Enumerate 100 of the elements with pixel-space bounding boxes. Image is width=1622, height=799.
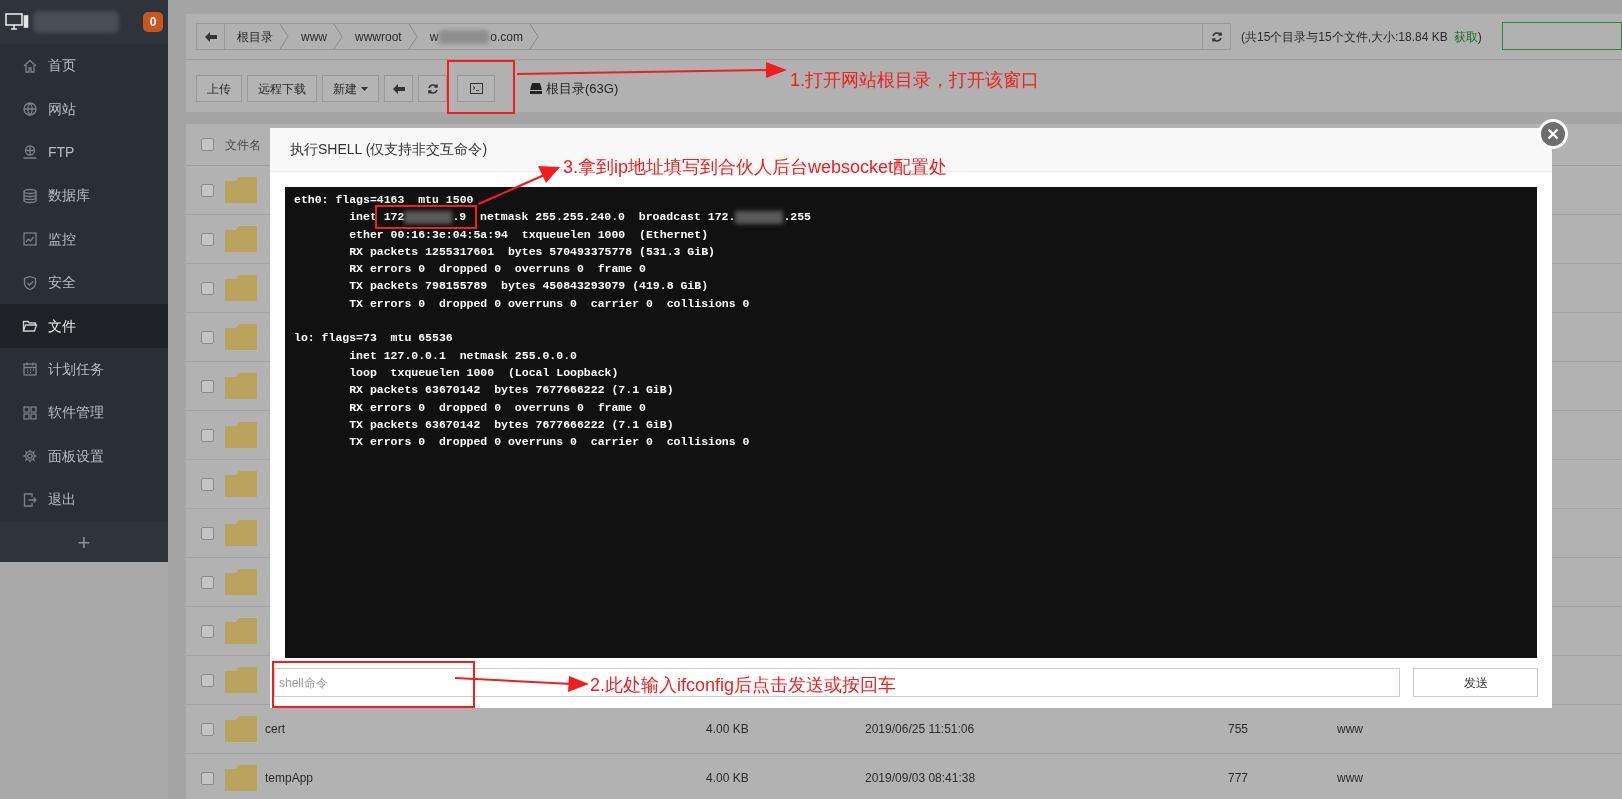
terminal-line: RX packets 63670142 bytes 7677666222 (7.1 GiB) <box>348 382 675 399</box>
chevron-separator-icon <box>407 24 418 49</box>
permission-cell-text: 755 <box>1228 721 1250 738</box>
owner-cell-text: www <box>1337 721 1364 738</box>
logout-icon <box>22 491 38 508</box>
breadcrumb-link[interactable]: 根目录 <box>225 24 279 49</box>
breadcrumb-link[interactable]: www <box>289 24 333 49</box>
terminal-line: loop txqueuelen 1000 (Local Loopback) <box>348 364 620 381</box>
checkbox[interactable] <box>201 330 214 344</box>
sidebar-item[interactable]: 文件 <box>0 304 168 348</box>
folder-icon <box>225 373 257 399</box>
notification-badge: 0 <box>143 12 163 32</box>
checkbox[interactable] <box>201 624 214 638</box>
settings-icon <box>22 448 38 465</box>
folder-icon <box>225 618 257 644</box>
sidebar-item[interactable]: 软件管理 <box>0 391 168 435</box>
folder-icon <box>225 324 257 350</box>
database-icon <box>22 187 38 204</box>
folder-icon <box>225 716 257 742</box>
search-field[interactable] <box>1502 21 1622 50</box>
send-button[interactable]: 发送 <box>1413 668 1538 697</box>
sidebar-item[interactable]: 面板设置 <box>0 434 168 478</box>
checkbox[interactable] <box>201 428 214 442</box>
terminal-line: TX packets 798155789 bytes 450843293079 (419.8 GiB) <box>348 278 710 295</box>
folder-icon <box>225 520 257 546</box>
chart-frame-icon <box>22 231 38 248</box>
chevron-separator-icon <box>333 24 343 49</box>
toolbar-button[interactable]: 远程下载 <box>247 75 317 102</box>
sidebar-item[interactable]: FTP <box>0 130 168 175</box>
monitor-icon <box>5 13 29 31</box>
column-header: 文件名 <box>225 136 261 154</box>
annotation-text: 1.打开网站根目录，打开该窗口 <box>790 69 1039 92</box>
dialog-title: 执行SHELL (仅支持非交互命令) <box>290 140 488 159</box>
arrow-left-icon <box>204 31 217 42</box>
refresh-button[interactable] <box>418 75 447 102</box>
terminal-line: ether 00:16:3e:04:5a:94 txqueuelen 1000 (Ethernet) <box>348 226 710 243</box>
refresh-icon <box>1210 30 1223 43</box>
sidebar-item[interactable]: 退出 <box>0 477 168 522</box>
folder-icon <box>225 177 257 203</box>
disk-label: 根目录(63G) <box>546 79 619 98</box>
terminal-line: TX errors 0 dropped 0 overruns 0 carrier 0 collisions 0 <box>348 434 751 451</box>
folder-icon <box>225 226 257 252</box>
sidebar-item[interactable]: 数据库 <box>0 174 168 218</box>
terminal-icon <box>469 83 483 94</box>
folder-icon <box>225 471 257 497</box>
highlight-box <box>447 60 515 114</box>
sidebar-item[interactable]: 监控 <box>0 217 168 261</box>
toolbar-button[interactable]: 上传 <box>196 75 242 102</box>
sidebar-item[interactable]: 首页 <box>0 44 168 88</box>
sidebar-item[interactable]: 网站 <box>0 87 168 131</box>
terminal-line: RX packets 1255317601 bytes 570493375778 (531.3 GiB) <box>348 243 716 260</box>
globe-icon <box>22 101 38 118</box>
checkbox[interactable] <box>201 379 214 393</box>
shield-icon <box>22 274 38 291</box>
folder-icon <box>225 275 257 301</box>
terminal-line: TX packets 63670142 bytes 7677666222 (7.1 GiB) <box>348 416 675 433</box>
checkbox[interactable] <box>201 138 214 151</box>
checkbox[interactable] <box>201 722 214 736</box>
checkbox[interactable] <box>201 281 214 295</box>
terminal-line: inet 127.0.0.1 netmask 255.0.0.0 <box>348 347 578 364</box>
calendar-icon <box>22 361 38 378</box>
permission-cell-text: 777 <box>1228 770 1250 787</box>
add-button[interactable]: + <box>0 522 168 563</box>
file-name-cell-text: cert <box>265 721 286 738</box>
folder-icon <box>225 569 257 595</box>
sidebar-item[interactable]: 计划任务 <box>0 347 168 392</box>
sidebar-item[interactable]: 安全 <box>0 260 168 305</box>
refresh-icon <box>426 82 439 95</box>
folder-icon <box>225 667 257 693</box>
checkbox[interactable] <box>201 232 214 246</box>
arrow-left-icon <box>392 83 405 94</box>
terminal-line: RX errors 0 dropped 0 overruns 0 frame 0 <box>348 399 647 416</box>
close-button[interactable] <box>1538 119 1568 149</box>
modified-time-cell-text: 2019/06/25 11:51:06 <box>865 721 976 738</box>
chevron-separator-icon <box>529 24 540 49</box>
checkbox[interactable] <box>201 526 214 540</box>
checkbox[interactable] <box>201 673 214 687</box>
owner-cell-text: www <box>1337 770 1364 787</box>
caret-icon <box>361 86 368 91</box>
file-name-cell-text: tempApp <box>265 770 315 787</box>
terminal-line: eth0: flags=4163 mtu 1500 <box>294 192 475 208</box>
home-icon <box>22 57 38 74</box>
breadcrumb-link[interactable]: w o.com <box>417 24 530 49</box>
back-button[interactable] <box>384 75 413 102</box>
terminal-line: TX errors 0 dropped 0 overruns 0 carrier 0 collisions 0 <box>348 295 751 312</box>
disk-icon <box>530 83 542 94</box>
terminal-line: RX errors 0 dropped 0 overruns 0 frame 0 <box>348 261 647 278</box>
close-icon <box>1547 128 1559 140</box>
checkbox[interactable] <box>201 771 214 785</box>
checkbox[interactable] <box>201 477 214 491</box>
checkbox[interactable] <box>201 575 214 589</box>
breadcrumb-link[interactable]: wwwroot <box>343 24 408 49</box>
chevron-separator-icon <box>279 24 289 49</box>
summary-text: ) <box>1477 29 1482 44</box>
checkbox[interactable] <box>201 183 214 197</box>
folder-icon <box>225 765 257 791</box>
terminal-button[interactable] <box>457 75 495 102</box>
grid-icon <box>22 404 38 421</box>
network-globe-icon <box>22 144 38 161</box>
new-dropdown-button[interactable]: 新建 <box>322 75 379 102</box>
